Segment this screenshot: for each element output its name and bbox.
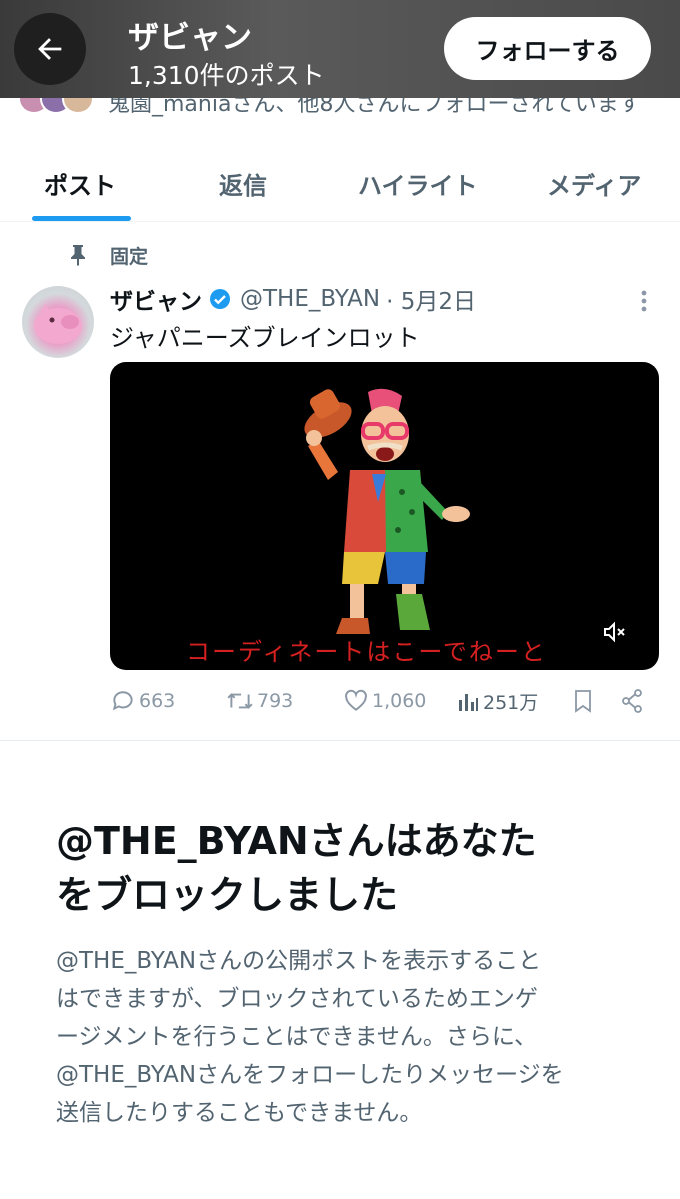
tweet-author-handle[interactable]: @THE_BYAN (240, 286, 380, 312)
profile-header: ザビャン 1,310件のポスト フォローする (0, 0, 680, 98)
views-icon (459, 693, 478, 711)
tweet-author-name[interactable]: ザビャン (110, 282, 202, 316)
blocked-description: @THE_BYANさんの公開ポストを表示すること はできますが、ブロックされてい… (56, 942, 636, 1132)
blocked-description-line: はできますが、ブロックされているためエンゲ (56, 986, 538, 1012)
back-button[interactable] (14, 13, 86, 85)
blocked-description-line: ージメントを行うことはできません。さらに、 (56, 1024, 538, 1050)
followed-by-row[interactable]: 鬼園_maniaさん、他8人さんにフォローされています (0, 98, 680, 122)
tab-highlights[interactable]: ハイライト (358, 166, 478, 201)
verified-badge-icon (208, 287, 232, 311)
avatar-image (34, 304, 82, 344)
pinned-label-row: 固定 (68, 240, 148, 270)
video-caption: コーディネートはこーでねーと (186, 638, 547, 666)
tweet-video[interactable]: コーディネートはこーでねーと (110, 362, 659, 670)
back-arrow-icon (38, 38, 62, 60)
header-profile-name: ザビャン (128, 20, 252, 56)
tab-replies[interactable]: 返信 (219, 166, 267, 201)
tweet-date[interactable]: · 5月2日 (386, 282, 476, 316)
retweet-icon (227, 693, 253, 709)
views-count: 251万 (483, 692, 539, 714)
blocked-description-line: 送信したりすることもできません。 (56, 1100, 423, 1126)
follower-avatars (18, 98, 98, 114)
more-icon[interactable] (634, 288, 654, 314)
mute-icon[interactable] (602, 620, 628, 644)
bookmark-icon (575, 690, 591, 713)
blocked-title: @THE_BYANさんはあなた をブロックしました (56, 814, 636, 922)
like-icon (345, 689, 367, 711)
bookmark-button[interactable] (571, 688, 595, 714)
tweet-header: ザビャン @THE_BYAN · 5月2日 (110, 283, 476, 315)
tweet-text: ジャパニーズブレインロット (110, 324, 420, 352)
reply-icon (112, 691, 133, 711)
views-button[interactable]: 251万 (456, 688, 538, 715)
tab-media[interactable]: メディア (547, 166, 641, 201)
tweet-actions: 663 793 1,060 251万 (0, 686, 680, 722)
followed-by-text: 鬼園_maniaさん、他8人さんにフォローされています (108, 98, 641, 117)
video-frame-illustration (304, 388, 470, 634)
blocked-description-line: @THE_BYANさんの公開ポストを表示すること (56, 948, 542, 974)
pin-icon (71, 245, 85, 266)
reply-button[interactable]: 663 (110, 688, 175, 714)
share-icon (622, 689, 642, 713)
tab-posts[interactable]: ポスト (44, 166, 116, 201)
retweet-button[interactable]: 793 (226, 688, 293, 714)
share-button[interactable] (620, 688, 644, 714)
profile-tabs: ポスト 返信 ハイライト メディア (0, 150, 680, 222)
avatar[interactable] (22, 286, 94, 358)
pinned-text: 固定 (110, 245, 149, 268)
like-button[interactable]: 1,060 (343, 688, 426, 714)
blocked-title-line: @THE_BYANさんはあなた (56, 819, 537, 863)
follow-button[interactable]: フォローする (444, 17, 651, 80)
header-post-count: 1,310件のポスト (128, 61, 325, 90)
active-tab-indicator (32, 216, 131, 221)
section-divider (0, 740, 680, 741)
retweet-count: 793 (257, 690, 294, 712)
blocked-description-line: @THE_BYANさんをフォローしたりメッセージを (56, 1062, 564, 1088)
blocked-title-line: をブロックしました (56, 873, 399, 917)
like-count: 1,060 (372, 690, 427, 712)
reply-count: 663 (139, 690, 176, 712)
